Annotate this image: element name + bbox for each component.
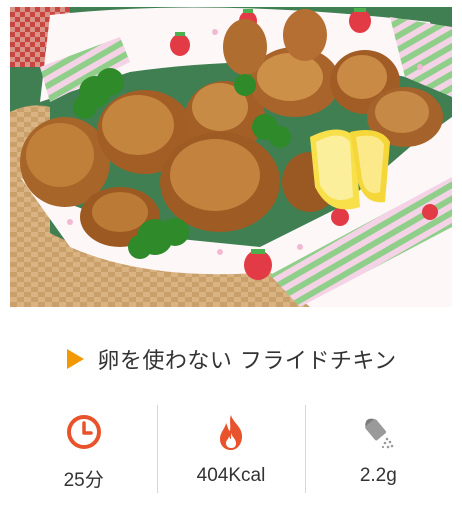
play-triangle-icon: [65, 348, 87, 370]
clock-icon: [63, 411, 105, 453]
calories-value: 404Kcal: [196, 465, 266, 486]
recipe-title-row: 卵を使わない フライドチキン: [0, 335, 462, 383]
recipe-title: 卵を使わない フライドチキン: [97, 349, 397, 374]
cooking-time-value: 25分: [63, 470, 104, 491]
fried-chicken-photo: [10, 7, 452, 307]
calories-stat: 404Kcal: [157, 405, 304, 500]
recipe-photo[interactable]: [10, 7, 452, 307]
salt-shaker-icon: [357, 411, 399, 453]
salt-stat: 2.2g: [304, 405, 452, 500]
cooking-time-stat: 25分: [10, 405, 157, 500]
recipe-stats: 25分 404Kcal 2.2g: [10, 405, 452, 500]
salt-value: 2.2g: [359, 465, 397, 486]
flame-icon: [210, 411, 252, 453]
